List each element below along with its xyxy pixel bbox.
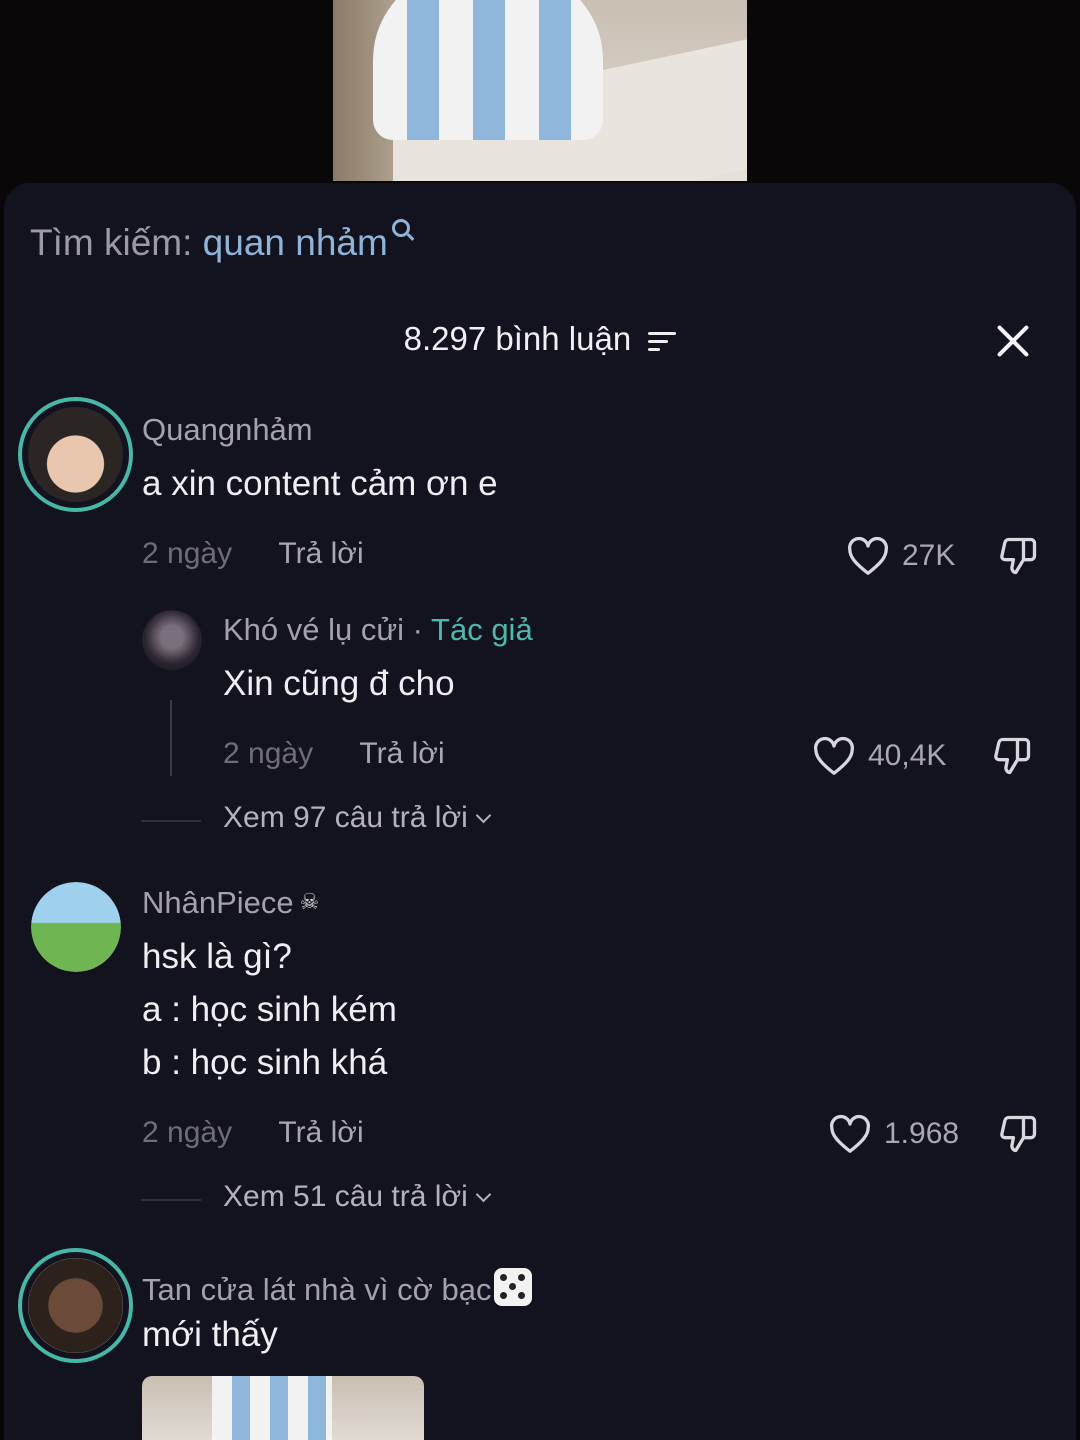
view-replies-button[interactable]: Xem 97 câu trả lời [141,801,492,835]
comment-meta: 2 ngày Trả lời [142,1116,364,1150]
video-thumbnail[interactable] [333,0,747,181]
avatar[interactable] [31,882,121,972]
avatar[interactable] [18,1248,133,1363]
comment-text: a xin content cảm ơn e [142,464,498,503]
thread-line [170,700,172,776]
like-button[interactable]: 40,4K [812,734,946,778]
divider [141,820,201,822]
like-button[interactable]: 1.968 [828,1112,959,1156]
comment-username[interactable]: NhânPiece [142,885,294,920]
dislike-icon[interactable] [990,734,1034,778]
chevron-down-icon [475,807,492,824]
close-icon[interactable] [990,318,1036,364]
divider [141,1199,201,1201]
comment-username[interactable]: Quangnhảm [142,412,313,448]
reply-username[interactable]: Khó vé lụ cửi [223,612,404,647]
comment-text-line: hsk là gì? [142,937,292,976]
heart-icon [814,736,854,775]
comment-text-line: a : học sinh kém [142,990,397,1029]
comments-header: 8.297 bình luận [0,320,1080,358]
reply-button[interactable]: Trả lời [359,737,444,770]
heart-icon [848,536,888,575]
chevron-down-icon [475,1186,492,1203]
comment-username-line: Tan cửa lát nhà vì cờ bạc [142,1262,532,1308]
comment-text-line: b : học sinh khá [142,1043,388,1082]
comment-username[interactable]: Tan cửa lát nhà vì cờ bạc [142,1272,492,1307]
reply-date: 2 ngày [223,737,314,770]
comment-date: 2 ngày [142,537,233,570]
comments-sheet [4,183,1076,1440]
comment-username-line: NhânPiece ☠ [142,885,319,921]
view-replies-label: Xem 97 câu trả lời [223,801,468,834]
like-count: 1.968 [884,1117,960,1150]
reply-button[interactable]: Trả lời [278,1116,363,1149]
video-area [0,0,1080,200]
author-badge: Tác giả [431,612,533,647]
like-count: 27K [902,539,956,572]
reply-button[interactable]: Trả lời [278,537,363,570]
search-query[interactable]: quan nhảm [203,222,388,263]
dice-icon [493,1268,532,1306]
author-separator: · [412,612,423,647]
dislike-icon[interactable] [996,534,1040,578]
dislike-icon[interactable] [996,1112,1040,1156]
search-suggestion[interactable]: Tìm kiếm: quan nhảm [30,219,410,264]
view-replies-button[interactable]: Xem 51 câu trả lời [141,1180,492,1214]
reply-meta: 2 ngày Trả lời [223,737,445,771]
attached-video-thumbnail[interactable] [142,1376,424,1440]
reply-username-line: Khó vé lụ cửi · Tác giả [223,612,533,648]
comment-meta: 2 ngày Trả lời [142,537,364,571]
skull-icon: ☠ [299,889,320,914]
avatar[interactable] [142,610,202,670]
like-button[interactable]: 27K [846,534,955,578]
filter-icon[interactable] [648,330,677,352]
comment-count: 8.297 bình luận [403,320,632,357]
avatar[interactable] [18,397,133,512]
search-icon [391,219,410,237]
like-count: 40,4K [868,739,947,772]
comment-text: mới thấy [142,1315,278,1354]
reply-text: Xin cũng đ cho [223,664,455,703]
view-replies-label: Xem 51 câu trả lời [223,1180,468,1213]
search-label: Tìm kiếm: [30,222,193,263]
comment-date: 2 ngày [142,1116,233,1149]
heart-icon [830,1114,870,1153]
